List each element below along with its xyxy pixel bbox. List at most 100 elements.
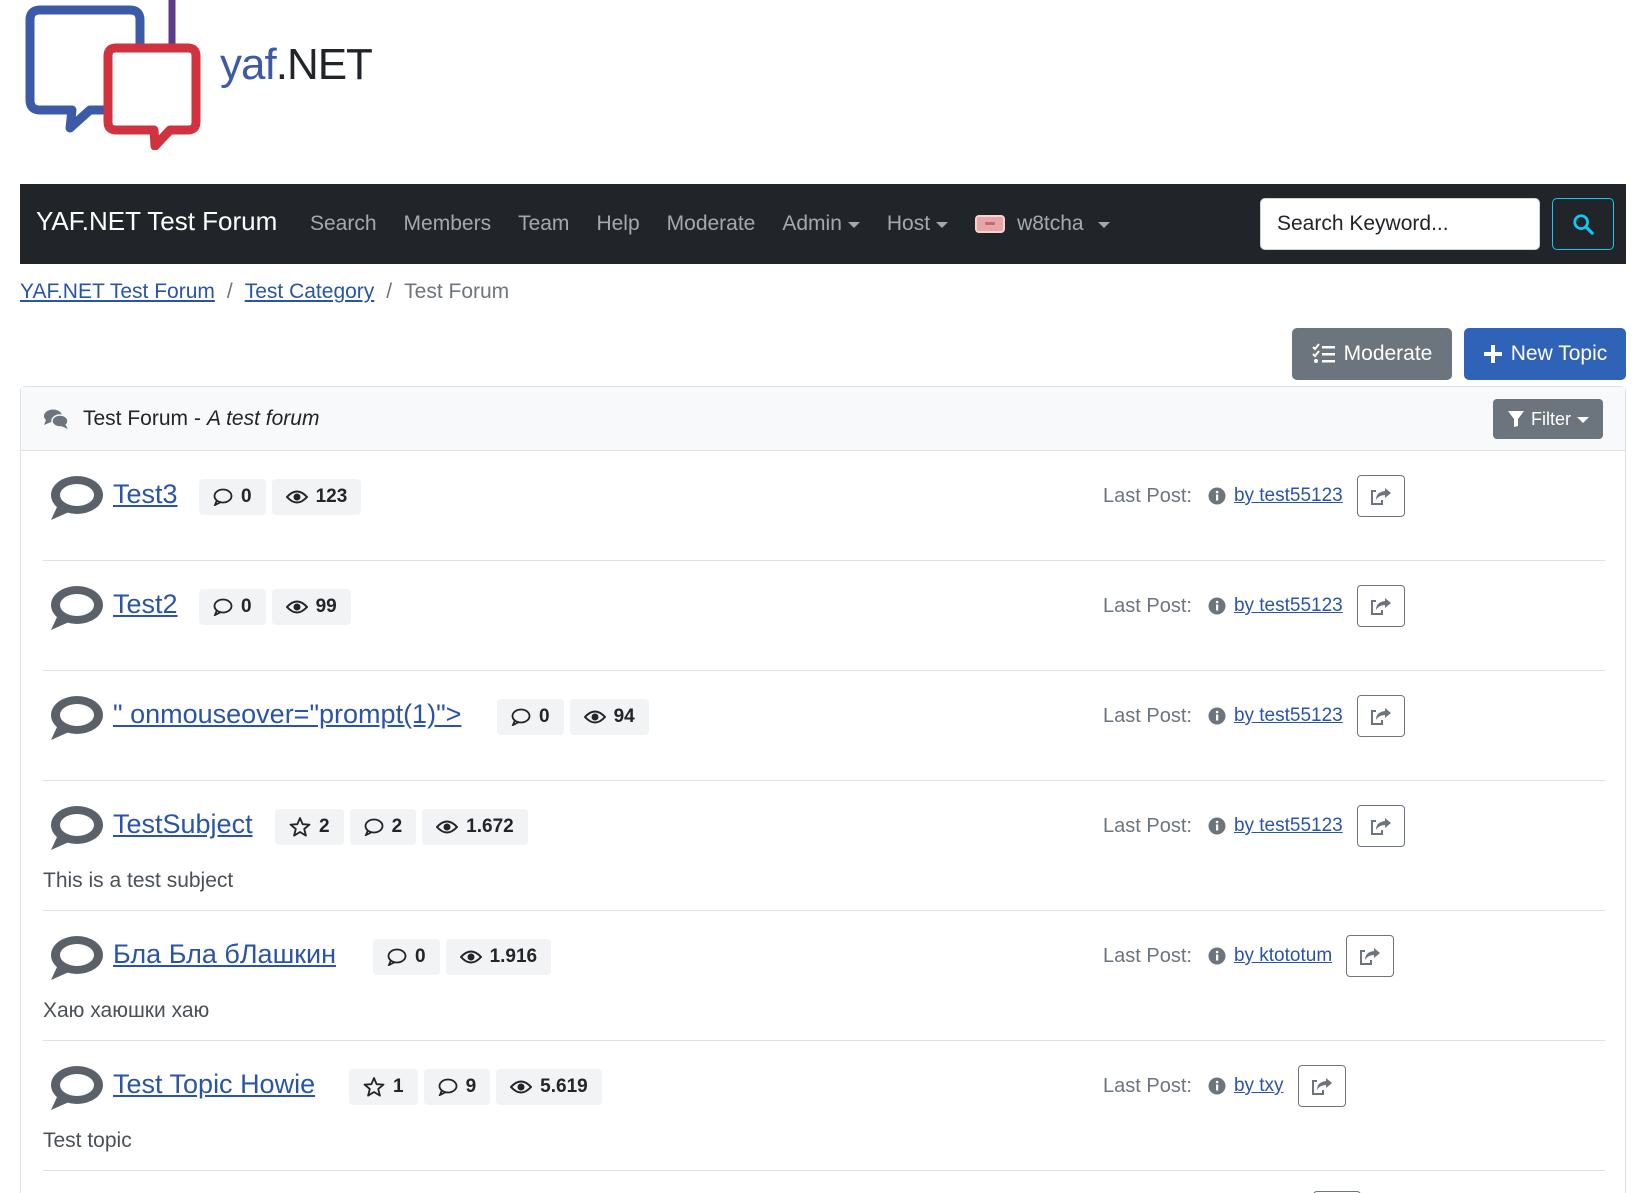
nav-help-label: Help	[596, 212, 640, 235]
topic-row: TestSubject 2 2 1.672 This is a test sub…	[43, 781, 1605, 911]
info-icon[interactable]	[1208, 817, 1226, 835]
nav-help[interactable]: Help	[596, 212, 639, 236]
eye-icon	[285, 600, 308, 614]
last-post-author-link[interactable]: by ktototum	[1234, 945, 1332, 967]
topic-description: This is a test subject	[43, 869, 234, 892]
last-post-author-link[interactable]: by test55123	[1234, 485, 1343, 507]
views-count: 94	[613, 706, 635, 727]
topic-title-link[interactable]: Test3	[113, 479, 178, 510]
search-icon	[1573, 214, 1594, 235]
favorites-count: 1	[393, 1076, 404, 1097]
topic-title-link[interactable]: Test2	[113, 589, 178, 620]
nav-search[interactable]: Search	[310, 212, 377, 236]
views-badge: 99	[271, 589, 351, 625]
breadcrumb-home[interactable]: YAF.NET Test Forum	[20, 280, 215, 304]
go-to-last-post-button[interactable]	[1356, 805, 1405, 847]
go-to-last-post-button[interactable]	[1356, 475, 1405, 517]
comment-icon	[364, 818, 383, 836]
topic-title-link[interactable]: TestSubject	[113, 809, 253, 840]
go-to-last-post-button[interactable]	[1356, 585, 1405, 627]
views-badge: 1.672	[422, 809, 528, 845]
breadcrumb: YAF.NET Test Forum / Test Category / Tes…	[20, 280, 509, 304]
navbar-brand[interactable]: YAF.NET Test Forum	[36, 206, 277, 237]
forum-name: Test Forum	[83, 407, 189, 430]
nav-members[interactable]: Members	[404, 212, 492, 236]
replies-count: 0	[415, 946, 426, 967]
topic-title-link[interactable]: Test Topic Howie	[113, 1069, 315, 1100]
topic-comment-icon	[51, 696, 103, 740]
last-post-label: Last Post:	[1103, 704, 1192, 727]
last-post-author-link[interactable]: by test55123	[1234, 595, 1343, 617]
share-icon	[1370, 488, 1391, 505]
replies-count: 0	[241, 596, 252, 617]
last-post-author-link[interactable]: by test55123	[1234, 705, 1343, 727]
caret-down-icon	[1097, 222, 1110, 228]
last-post: Last Post: by test55123	[1103, 475, 1405, 517]
topic-row: Test Topic Howie 1 9 5.619 Test topic La…	[43, 1041, 1605, 1171]
topic-row	[43, 1171, 1605, 1193]
last-post: Last Post: by test55123	[1103, 585, 1405, 627]
info-icon[interactable]	[1208, 597, 1226, 615]
info-icon[interactable]	[1208, 947, 1226, 965]
nav-host-dropdown[interactable]: Host	[886, 212, 949, 236]
views-badge: 123	[271, 479, 362, 515]
topic-title-link[interactable]: Бла Бла бЛашкин	[113, 939, 336, 970]
replies-badge: 0	[199, 589, 266, 625]
replies-badge: 0	[373, 939, 440, 975]
topic-title-link[interactable]: " onmouseover="prompt(1)">	[113, 699, 461, 730]
logo-text: yaf.NET	[220, 40, 373, 89]
nav-team-label: Team	[518, 212, 570, 235]
eye-icon	[510, 1080, 533, 1094]
info-icon[interactable]	[1208, 487, 1226, 505]
search-input[interactable]	[1260, 198, 1540, 250]
go-to-last-post-button[interactable]	[1346, 935, 1395, 977]
topic-stats: 0 1.916	[373, 939, 557, 975]
share-icon	[1311, 1078, 1332, 1095]
nav-members-label: Members	[403, 212, 492, 235]
nav-admin-dropdown[interactable]: Admin	[782, 212, 860, 236]
replies-count: 2	[391, 816, 403, 837]
last-post: Last Post: by txy	[1103, 1065, 1346, 1107]
views-count: 1.672	[466, 816, 514, 837]
last-post: Last Post: by ktototum	[1103, 935, 1395, 977]
filter-dropdown-button[interactable]: Filter	[1493, 399, 1603, 439]
replies-count: 0	[241, 486, 252, 507]
comment-icon	[511, 708, 531, 726]
topic-row: Test2 0 99 Last Post: by test55123	[43, 561, 1605, 671]
eye-icon	[583, 710, 606, 724]
forum-dash: -	[194, 407, 202, 430]
nav-host-label: Host	[886, 212, 931, 235]
breadcrumb-category[interactable]: Test Category	[245, 280, 375, 304]
topic-stats: 1 9 5.619	[349, 1069, 608, 1105]
topic-comment-icon	[51, 936, 103, 980]
forum-description: A test forum	[207, 407, 320, 430]
nav-moderate[interactable]: Moderate	[667, 212, 756, 236]
topic-row: Бла Бла бЛашкин 0 1.916 Хаю хаюшки хаю L…	[43, 911, 1605, 1041]
caret-down-icon	[1577, 417, 1589, 423]
go-to-last-post-button[interactable]	[1297, 1065, 1346, 1107]
topic-description: Test topic	[43, 1129, 132, 1152]
last-post-author-link[interactable]: by test55123	[1234, 815, 1343, 837]
new-topic-button[interactable]: New Topic	[1464, 328, 1626, 380]
site-logo[interactable]: yaf.NET	[20, 0, 400, 151]
views-count: 5.619	[540, 1076, 588, 1097]
nav-admin-label: Admin	[782, 212, 842, 235]
replies-badge: 0	[199, 479, 266, 515]
share-icon	[1370, 598, 1391, 615]
replies-badge: 9	[423, 1069, 491, 1105]
moderate-button[interactable]: Moderate	[1292, 328, 1452, 380]
search-button[interactable]	[1552, 198, 1614, 250]
last-post-author-link[interactable]: by txy	[1234, 1075, 1284, 1097]
nav-team[interactable]: Team	[518, 212, 569, 236]
info-icon[interactable]	[1208, 1077, 1226, 1095]
go-to-last-post-button[interactable]	[1356, 695, 1405, 737]
topic-stats: 0 94	[497, 699, 655, 735]
nav-user-dropdown[interactable]: w8tcha	[975, 212, 1110, 236]
views-count: 123	[315, 486, 348, 507]
topic-row: " onmouseover="prompt(1)"> 0 94 Last Pos…	[43, 671, 1605, 781]
eye-icon	[285, 490, 308, 504]
topic-stats: 0 123	[199, 479, 367, 515]
views-badge: 94	[569, 699, 649, 735]
info-icon[interactable]	[1208, 707, 1226, 725]
moderate-button-label: Moderate	[1343, 342, 1433, 365]
